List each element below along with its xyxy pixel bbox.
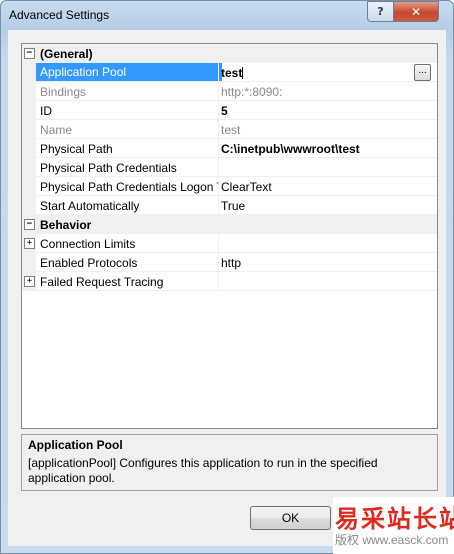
property-label: Connection Limits [40,237,136,251]
expand-icon[interactable]: + [24,238,35,249]
property-value[interactable]: ClearText [221,180,272,194]
row-gutter [22,63,36,82]
description-title: Application Pool [28,438,123,452]
dialog-body: − (General) Application Pool test ... Bi… [8,30,446,546]
column-separator [218,158,219,177]
property-label: Enabled Protocols [40,256,138,270]
property-row-bindings[interactable]: Bindings http:*:8090: [22,82,437,101]
column-separator [218,139,219,158]
column-separator [218,82,219,101]
property-value[interactable]: True [221,199,245,213]
description-text: [applicationPool] Configures this applic… [28,456,378,485]
property-label: Physical Path [40,142,113,156]
property-label: ID [40,104,52,118]
expand-icon[interactable]: + [24,276,35,287]
property-label: Application Pool [36,63,222,81]
category-general[interactable]: − (General) [22,44,437,63]
property-label: Bindings [40,85,87,99]
property-grid[interactable]: − (General) Application Pool test ... Bi… [21,43,438,429]
row-gutter [22,253,36,272]
ok-button[interactable]: OK [250,506,331,530]
property-row-physical-path-credentials[interactable]: Physical Path Credentials [22,158,437,177]
property-row-failed-request-tracing[interactable]: + Failed Request Tracing [22,272,437,291]
watermark: 易采站长站 版权 www.easck.com [333,497,454,554]
window-title: Advanced Settings [9,8,110,22]
property-label: Physical Path Credentials Logon Type [40,180,218,194]
property-value[interactable]: C:\inetpub\wwwroot\test [221,142,360,156]
property-value: http:*:8090: [221,85,283,99]
property-row-logon-type[interactable]: Physical Path Credentials Logon Type Cle… [22,177,437,196]
help-icon: ? [377,5,384,18]
collapse-icon[interactable]: − [24,219,35,230]
text-caret [242,67,244,79]
property-row-application-pool[interactable]: Application Pool test ... [22,63,437,82]
category-behavior[interactable]: − Behavior [22,215,437,234]
property-row-id[interactable]: ID 5 [22,101,437,120]
column-separator [218,63,219,82]
column-separator [218,234,219,253]
row-gutter [22,177,36,196]
column-separator [218,177,219,196]
property-row-enabled-protocols[interactable]: Enabled Protocols http [22,253,437,272]
column-separator [218,101,219,120]
property-row-connection-limits[interactable]: + Connection Limits [22,234,437,253]
title-bar[interactable]: Advanced Settings ? ✕ [1,1,453,29]
property-value: test [221,66,243,80]
row-gutter [22,101,36,120]
category-label: Behavior [40,218,92,232]
category-label: (General) [40,47,93,61]
property-label: Start Automatically [40,199,140,213]
help-button[interactable]: ? [367,1,394,22]
row-gutter [22,139,36,158]
property-label: Failed Request Tracing [40,275,164,289]
row-gutter [22,196,36,215]
property-value: test [221,123,241,137]
advanced-settings-dialog: Advanced Settings ? ✕ − (General) Applic… [0,0,454,554]
column-separator [218,272,219,291]
column-separator [218,120,219,139]
close-button[interactable]: ✕ [393,1,439,22]
property-label: Name [40,123,73,137]
column-separator [218,253,219,272]
property-row-name[interactable]: Name test [22,120,437,139]
property-label: Physical Path Credentials [40,161,177,175]
property-row-physical-path[interactable]: Physical Path C:\inetpub\wwwroot\test [22,139,437,158]
browse-button[interactable]: ... [414,64,431,81]
row-gutter [22,158,36,177]
property-value[interactable]: http [221,256,241,270]
close-icon: ✕ [410,4,422,19]
collapse-icon[interactable]: − [24,48,35,59]
watermark-logo-text: 易采站长站 [335,504,454,533]
property-row-start-automatically[interactable]: Start Automatically True [22,196,437,215]
description-panel: Application Pool [applicationPool] Confi… [21,434,438,491]
property-value-input[interactable]: test [221,66,244,80]
property-value[interactable]: 5 [221,104,228,118]
row-gutter [22,120,36,139]
watermark-url: 版权 www.easck.com [335,533,449,547]
row-gutter [22,82,36,101]
column-separator [218,196,219,215]
